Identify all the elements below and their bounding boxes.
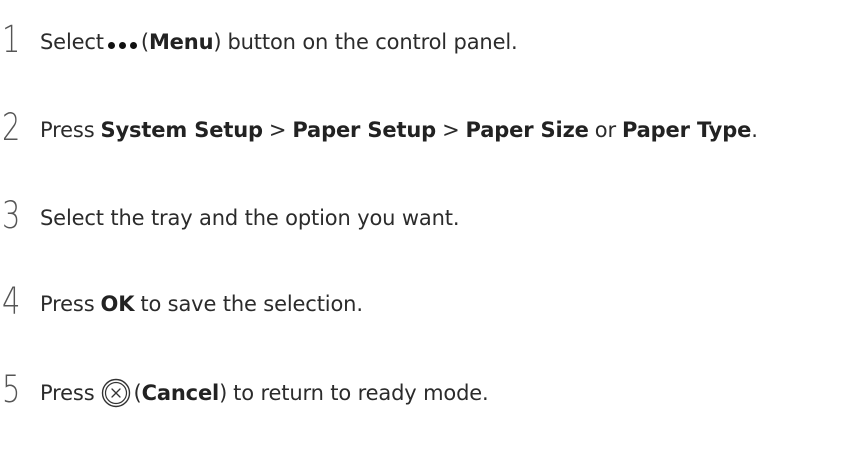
path-separator: > (268, 118, 287, 142)
step-text: Press (Cancel) to return to ready mode. (40, 378, 489, 408)
menu-label: Menu (148, 30, 214, 54)
step-text-lead: Press (40, 118, 95, 142)
ok-label: OK (100, 292, 135, 316)
or-text: or (594, 118, 616, 142)
path-separator: > (442, 118, 460, 142)
step-number: 3 (2, 194, 21, 237)
period: . (751, 118, 758, 142)
menu-path-paper-type: Paper Type (621, 118, 752, 142)
menu-path-system-setup: System Setup (100, 118, 264, 142)
step-text: Press System Setup > Paper Setup > Paper… (40, 116, 758, 144)
step-text: Select the tray and the option you want. (40, 204, 460, 232)
step-number: 5 (2, 368, 21, 411)
cancel-circle-x-icon (101, 378, 131, 408)
menu-path-paper-size: Paper Size (465, 118, 589, 142)
step-text: Select (Menu) button on the control pane… (40, 28, 518, 56)
step-text-tail: to save the selection. (140, 292, 363, 316)
step-text-lead: Press (40, 381, 95, 405)
step-text-lead: Select (40, 30, 104, 54)
step-text-body: Select the tray and the option you want. (40, 206, 460, 230)
step-number: 1 (2, 18, 21, 61)
step-number: 4 (2, 280, 21, 323)
more-dots-icon (107, 28, 137, 56)
step-number: 2 (2, 106, 21, 149)
close-paren: ) (219, 381, 228, 405)
step-text-tail: button on the control panel. (227, 30, 518, 54)
step-text-tail: to return to ready mode. (233, 381, 489, 405)
menu-path-paper-setup: Paper Setup (292, 118, 437, 142)
close-paren: ) (213, 30, 222, 54)
step-text: Press OK to save the selection. (40, 290, 363, 318)
open-paren: ( (140, 30, 149, 54)
instruction-steps: 1 Select (Menu) button on the control pa… (0, 0, 843, 458)
open-paren: ( (133, 381, 142, 405)
cancel-label: Cancel (141, 381, 220, 405)
step-text-lead: Press (40, 292, 95, 316)
